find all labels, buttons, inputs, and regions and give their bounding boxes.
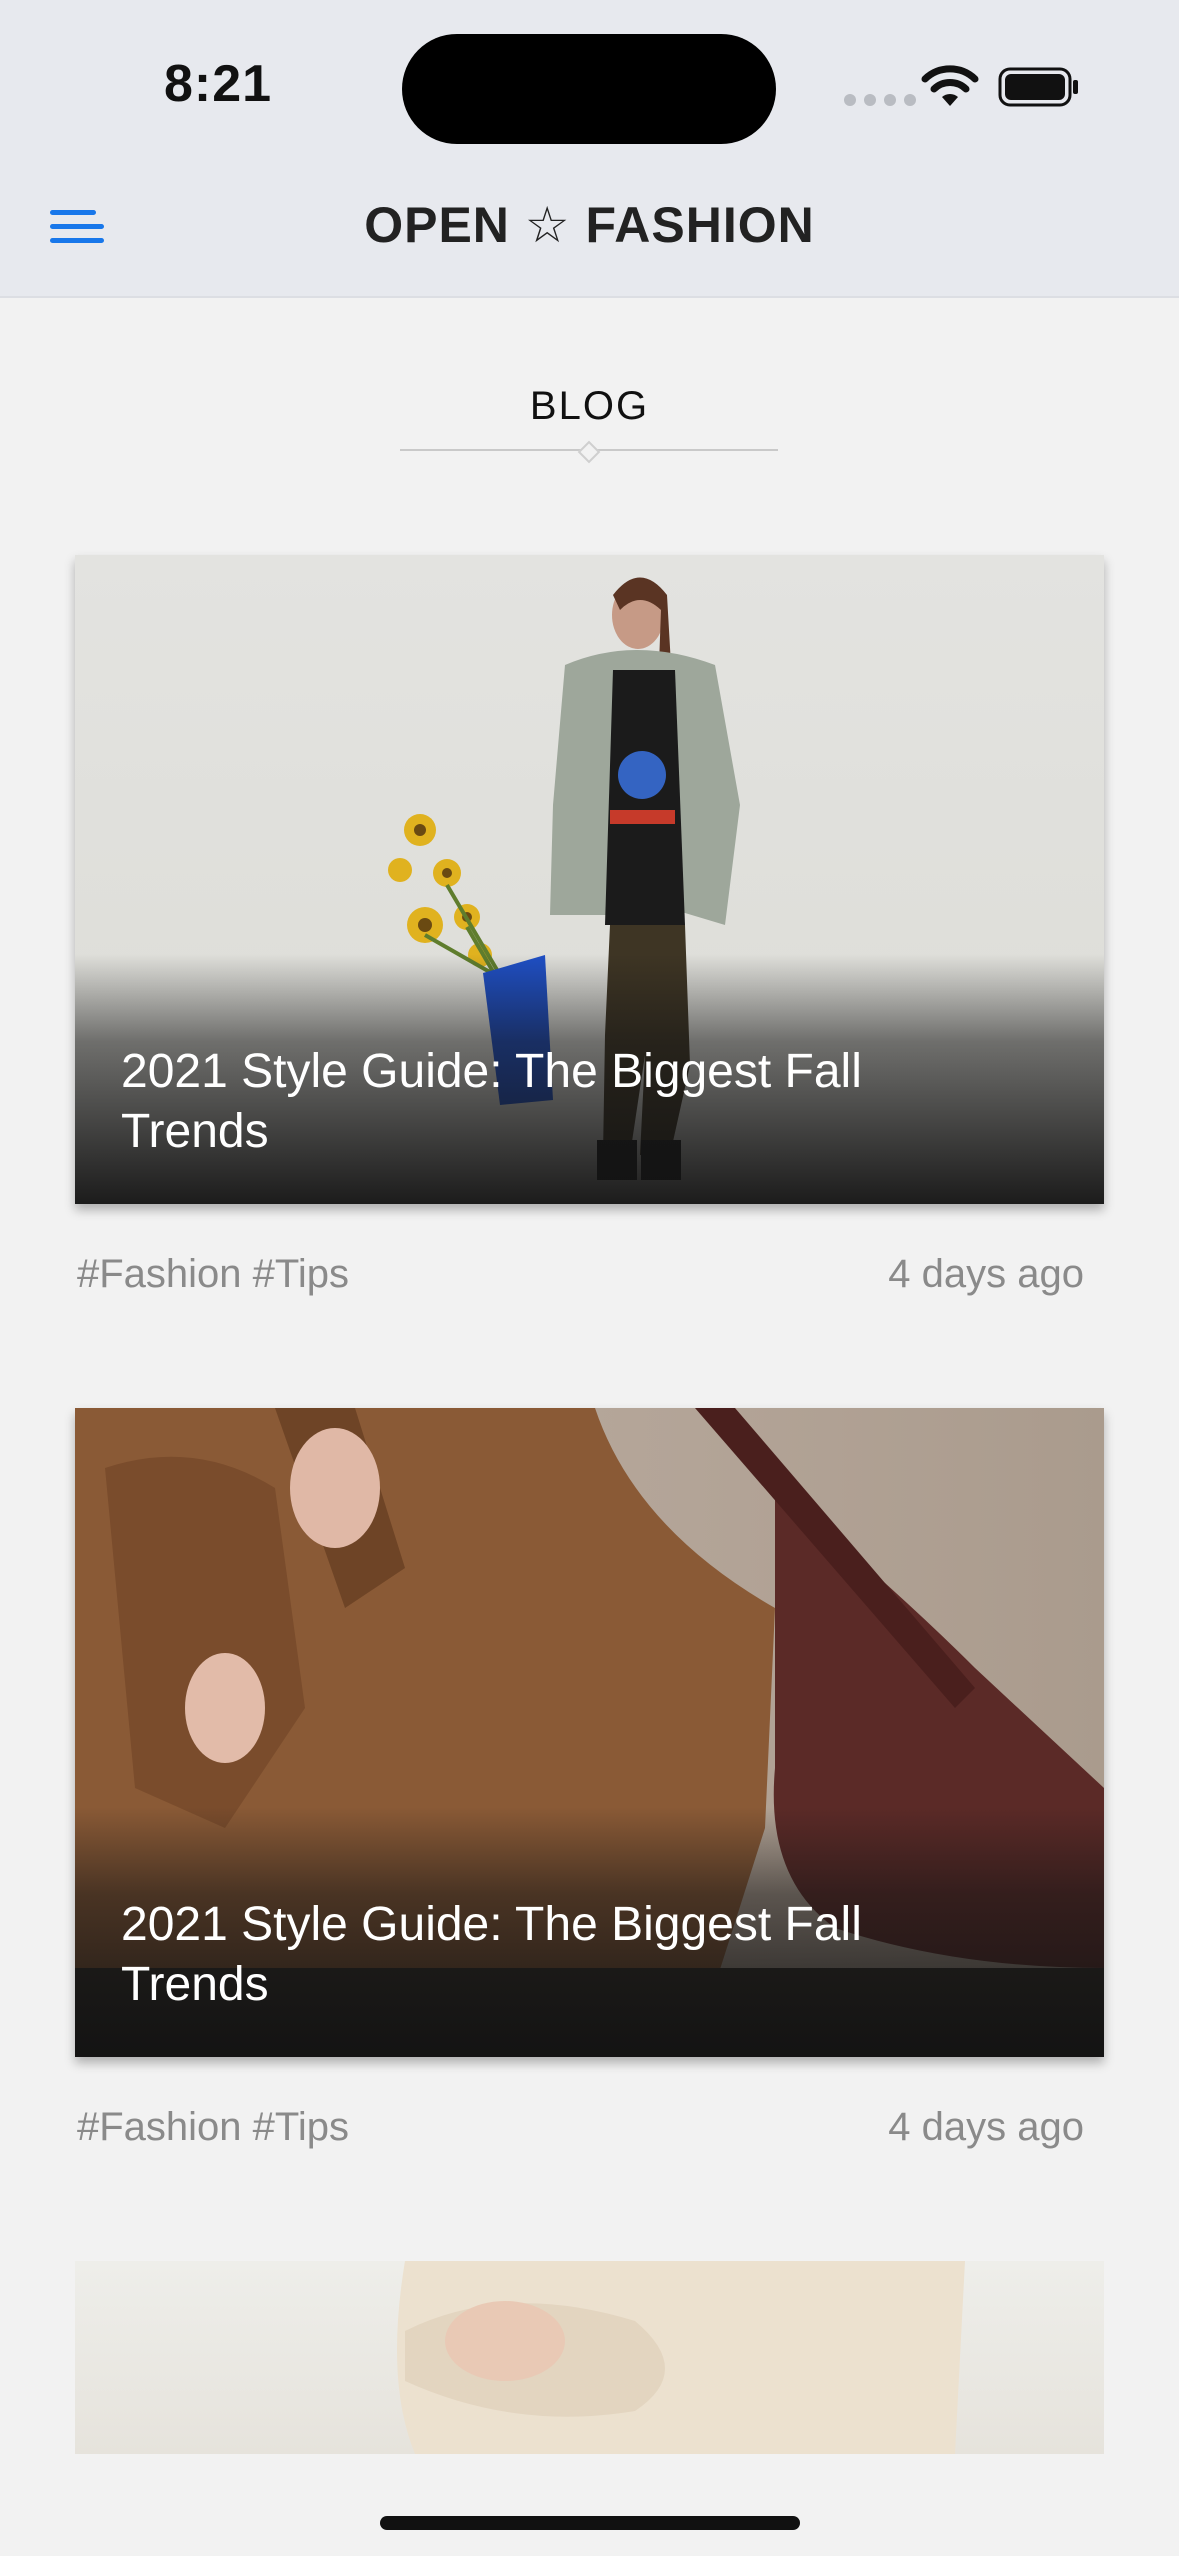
blog-post-card[interactable] [75,2261,1104,2454]
cellular-signal-icon [844,94,916,106]
battery-icon [998,67,1078,107]
post-tags[interactable]: #Fashion #Tips [77,2105,349,2150]
post-time: 4 days ago [888,1252,1084,1296]
post-title: 2021 Style Guide: The Biggest Fall Trend… [121,1045,862,1158]
post-time: 4 days ago [888,2105,1084,2149]
blog-post-card[interactable]: 2021 Style Guide: The Biggest Fall Trend… [75,555,1104,1204]
post-title: 2021 Style Guide: The Biggest Fall Trend… [121,1898,862,2011]
wifi-icon [921,65,979,106]
app-title: OPEN ☆ FASHION [364,197,815,253]
post-tags[interactable]: #Fashion #Tips [77,1252,349,1297]
diamond-ornament-icon [577,440,601,464]
top-bar: 8:21 OPEN ☆ FASHION [0,0,1179,298]
section-divider [400,440,778,464]
post-meta: #Fashion #Tips 4 days ago [75,1252,1084,1312]
post-meta: #Fashion #Tips 4 days ago [75,2105,1084,2165]
dynamic-island [402,34,776,144]
blog-post-card[interactable]: 2021 Style Guide: The Biggest Fall Trend… [75,1408,1104,2057]
status-time: 8:21 [164,55,273,113]
section-title: BLOG [529,384,650,428]
post-image [75,2261,1104,2454]
home-indicator[interactable] [380,2516,800,2530]
